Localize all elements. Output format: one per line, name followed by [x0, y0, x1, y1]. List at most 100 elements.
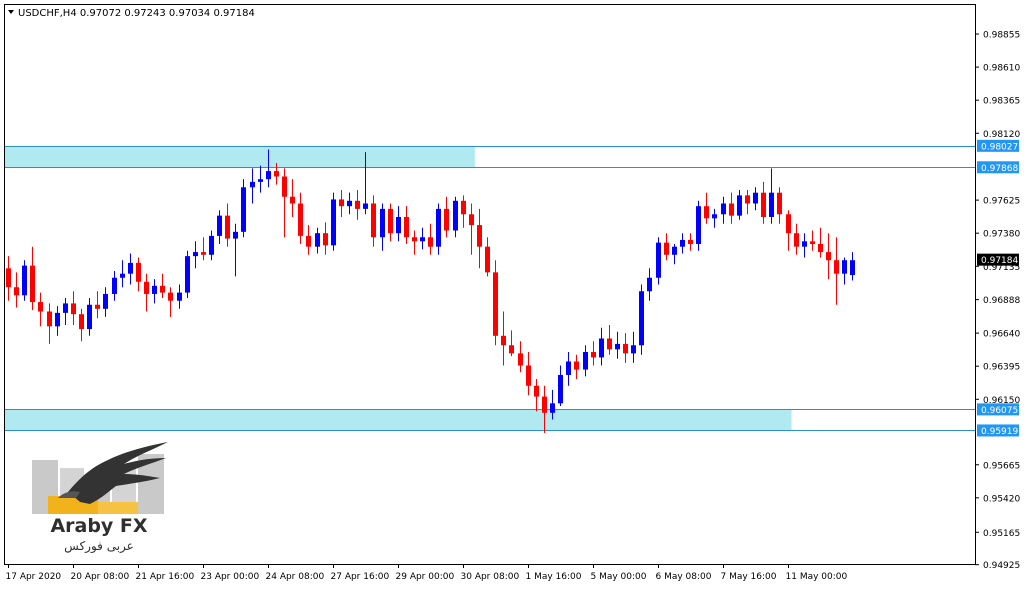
y-tick-label: 0.95665: [983, 461, 1020, 471]
y-tick-label: 0.95420: [983, 494, 1020, 504]
candle-body: [371, 203, 376, 238]
x-tick-label: 17 Apr 2020: [6, 572, 62, 582]
y-tick-label: 0.96888: [983, 296, 1020, 306]
x-tick-label: 7 May 16:00: [721, 572, 777, 582]
candle-body: [185, 256, 190, 293]
candle-body: [290, 196, 295, 204]
zone-0[interactable]: [5, 145, 475, 168]
candle-body: [152, 285, 157, 294]
candle-body: [87, 304, 92, 330]
candle-body: [160, 285, 165, 293]
y-tick-label: 0.94925: [983, 561, 1020, 571]
candle-body: [794, 233, 799, 247]
candle-body: [769, 192, 774, 217]
candle-body: [47, 311, 52, 327]
candle-body: [258, 179, 263, 182]
current-price-label: 0.97184: [981, 256, 1018, 266]
candle-body: [217, 215, 222, 236]
candle-body: [518, 353, 523, 366]
candle-body: [818, 243, 823, 253]
candle-body: [712, 214, 717, 219]
candle-body: [177, 292, 182, 301]
candle-body: [38, 302, 43, 312]
candle-body: [664, 242, 669, 255]
x-tick-label: 24 Apr 08:00: [266, 572, 325, 582]
candle-body: [729, 203, 734, 216]
level-price-label: 0.98027: [981, 142, 1018, 152]
logo-text-ar: عربى فوركس: [64, 539, 134, 554]
candle-body: [63, 303, 68, 313]
x-tick-label: 27 Apr 16:00: [331, 572, 390, 582]
candle-body: [704, 206, 709, 219]
candle-body: [753, 192, 758, 204]
candle-body: [193, 252, 198, 257]
candle-body: [347, 200, 352, 207]
candle-body: [842, 260, 847, 274]
symbol-ohlc-text: USDCHF,H4 0.97072 0.97243 0.97034 0.9718…: [18, 8, 255, 19]
y-tick-label: 0.97380: [983, 230, 1020, 240]
candle-body: [696, 206, 701, 244]
candle-body: [355, 200, 360, 209]
candle-body: [420, 237, 425, 242]
candle-body: [542, 396, 547, 413]
candle-body: [339, 199, 344, 207]
candle-body: [509, 345, 514, 354]
y-tick-label: 0.98120: [983, 130, 1020, 140]
candle-body: [306, 235, 311, 247]
level-price-label: 0.97868: [981, 164, 1018, 174]
y-tick-label: 0.96395: [983, 363, 1020, 373]
y-tick-label: 0.95165: [983, 529, 1020, 539]
candle-body: [656, 242, 661, 278]
candle-body: [477, 225, 482, 247]
logo-text-en: Araby FX: [50, 515, 147, 537]
candle-body: [493, 272, 498, 336]
candle-body: [599, 338, 604, 358]
candle-body: [526, 365, 531, 386]
level-price-label: 0.96075: [981, 406, 1018, 416]
zone-1[interactable]: [5, 409, 792, 431]
candle-body: [485, 246, 490, 273]
candle-body: [315, 233, 320, 247]
candle-body: [201, 252, 206, 255]
candle-body: [444, 208, 449, 231]
x-tick-label: 21 Apr 16:00: [136, 572, 195, 582]
candle-body: [453, 200, 458, 231]
candle-body: [623, 343, 628, 354]
candle-body: [583, 352, 588, 370]
candle-body: [615, 343, 620, 350]
x-tick-label: 6 May 08:00: [656, 572, 712, 582]
candle-body: [380, 208, 385, 238]
symbol-header[interactable]: USDCHF,H4 0.97072 0.97243 0.97034 0.9718…: [8, 8, 255, 19]
candle-body: [225, 215, 230, 239]
candle-body: [672, 246, 677, 255]
candle-body: [469, 214, 474, 226]
candle-body: [501, 335, 506, 346]
level-price-label: 0.95919: [981, 427, 1018, 437]
candle-body: [233, 231, 238, 239]
x-tick-label: 29 Apr 00:00: [396, 572, 455, 582]
y-tick-label: 0.96640: [983, 330, 1020, 340]
x-tick-label: 30 Apr 08:00: [461, 572, 520, 582]
candle-body: [30, 265, 35, 303]
candle-body: [647, 277, 652, 292]
x-tick-label: 1 May 16:00: [526, 572, 582, 582]
candle-body: [850, 260, 855, 276]
candle-body: [786, 214, 791, 234]
y-tick-label: 0.98610: [983, 64, 1020, 74]
candle-body: [331, 199, 336, 246]
araby-fx-logo: Araby FX عربى فوركس: [28, 440, 170, 558]
y-tick-label: 0.98855: [983, 31, 1020, 41]
candle-body: [688, 239, 693, 244]
price-chart[interactable]: 0.98855 0.98610 0.98365 0.98120 0.97625 0.973…: [0, 0, 1024, 588]
candle-body: [144, 281, 149, 294]
candle-body: [761, 192, 766, 217]
chart-window[interactable]: 0.98855 0.98610 0.98365 0.98120 0.97625 0.973…: [0, 0, 1024, 588]
candle-body: [566, 361, 571, 375]
x-tick-label: 11 May 00:00: [786, 572, 848, 582]
candle-body: [461, 200, 466, 215]
candle-body: [550, 403, 555, 413]
candle-body: [323, 233, 328, 246]
candle-body: [639, 291, 644, 346]
candle-body: [745, 195, 750, 204]
candle-body: [721, 203, 726, 215]
